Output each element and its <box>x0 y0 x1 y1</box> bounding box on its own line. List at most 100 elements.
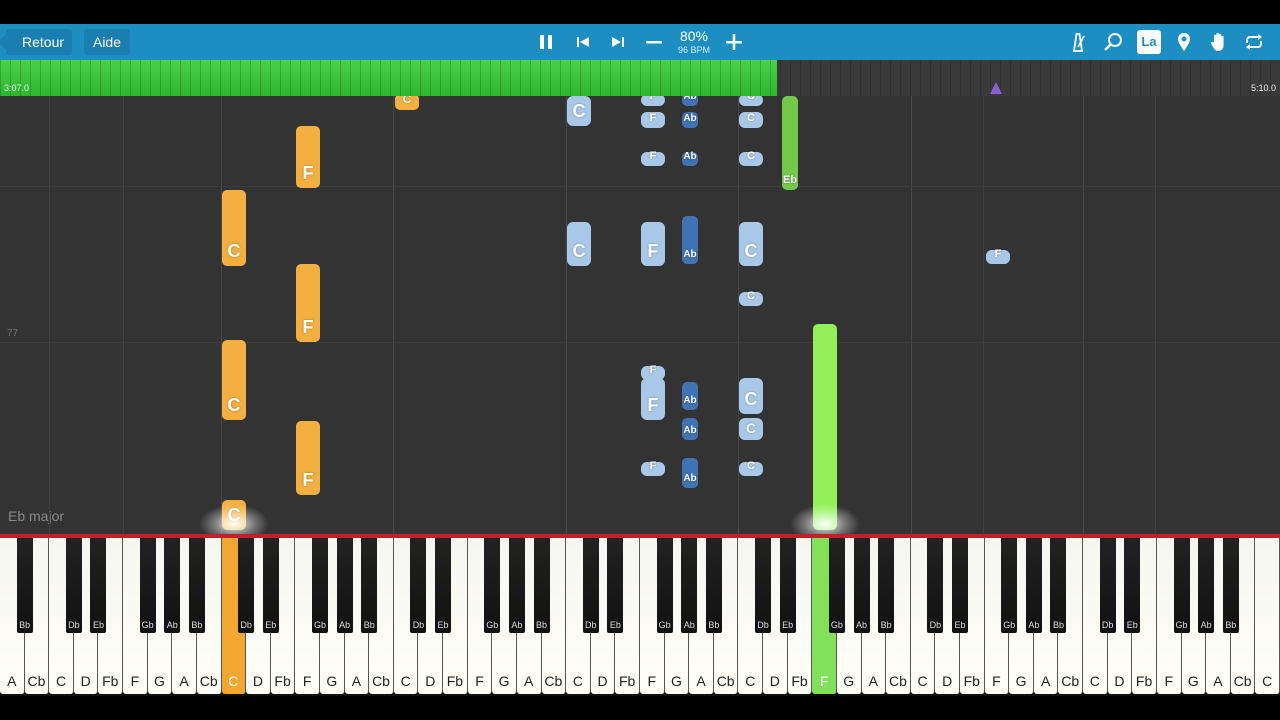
key-label: F <box>475 673 484 689</box>
search-icon[interactable] <box>1101 30 1125 54</box>
location-pin-icon[interactable] <box>1172 30 1196 54</box>
key-label: Bb <box>1225 620 1237 630</box>
minus-icon[interactable] <box>642 30 666 54</box>
black-key[interactable]: Db <box>927 538 944 633</box>
key-label: Fb <box>274 673 291 689</box>
black-key[interactable]: Bb <box>878 538 895 633</box>
black-key[interactable]: Db <box>410 538 427 633</box>
plus-icon[interactable] <box>722 30 746 54</box>
black-key[interactable]: Ab <box>336 538 353 633</box>
key-label: Bb <box>191 620 203 630</box>
black-key[interactable]: Bb <box>16 538 33 633</box>
playhead-marker-icon[interactable] <box>990 82 1002 94</box>
black-key[interactable]: Bb <box>533 538 550 633</box>
next-icon[interactable] <box>606 30 630 54</box>
black-key[interactable]: Gb <box>656 538 673 633</box>
key-label: Db <box>757 620 769 630</box>
key-label: C <box>745 673 756 689</box>
key-label: Eb <box>609 620 621 630</box>
loop-icon[interactable] <box>1242 30 1266 54</box>
key-label: G <box>498 673 510 689</box>
black-key[interactable]: Eb <box>1124 538 1141 633</box>
note-roll: 77 Eb major CFCFCFCCFAbCFAbCFAbCCFAbCCFA… <box>0 96 1280 534</box>
black-key[interactable]: Eb <box>952 538 968 633</box>
note-block: F <box>641 460 665 476</box>
black-key[interactable]: Bb <box>705 538 722 633</box>
black-key[interactable]: Bb <box>188 538 205 633</box>
black-key[interactable]: Eb <box>262 538 279 633</box>
white-key[interactable]: C <box>1255 538 1280 694</box>
black-key[interactable]: Db <box>65 538 82 633</box>
note-block: C <box>567 96 591 126</box>
key-label: D <box>942 673 953 689</box>
black-key[interactable]: Ab <box>853 538 870 633</box>
note-block: Ab <box>682 216 698 264</box>
note-label: C <box>402 96 412 106</box>
black-key[interactable]: Gb <box>828 538 845 633</box>
black-key[interactable]: Ab <box>1198 538 1215 633</box>
note-label: Ab <box>683 96 697 102</box>
black-key[interactable]: Bb <box>361 538 378 633</box>
black-key[interactable]: Bb <box>1222 538 1239 633</box>
black-key[interactable]: Gb <box>312 538 328 633</box>
key-label: Cb <box>888 673 907 689</box>
black-key[interactable]: Eb <box>435 538 452 633</box>
key-label: Gb <box>830 620 843 630</box>
note-label: C <box>747 150 755 162</box>
key-label: Db <box>412 620 425 630</box>
note-block: F <box>641 222 665 266</box>
black-key[interactable]: Eb <box>779 538 796 633</box>
note-block: C <box>739 378 763 414</box>
hand-icon[interactable] <box>1207 30 1231 54</box>
black-key[interactable]: Gb <box>1001 538 1018 633</box>
black-key[interactable]: Ab <box>681 538 698 633</box>
note-label: Ab <box>683 113 697 124</box>
black-key[interactable]: Gb <box>484 538 501 633</box>
key-label: Ab <box>339 620 351 630</box>
key-label: Fb <box>1135 673 1153 689</box>
key-label: Ab <box>511 620 523 630</box>
key-label: C <box>55 673 67 689</box>
black-key[interactable]: Db <box>755 538 772 633</box>
note-block: F <box>986 248 1010 264</box>
note-block: F <box>641 112 665 128</box>
black-key[interactable]: Ab <box>164 538 181 633</box>
key-label: G <box>154 673 165 689</box>
black-key[interactable]: Gb <box>1173 538 1190 633</box>
black-key[interactable]: Bb <box>1050 538 1067 633</box>
key-label: D <box>80 673 91 689</box>
key-label: A <box>1040 673 1051 689</box>
key-label: G <box>843 673 855 689</box>
note-label: Eb <box>782 174 798 186</box>
black-key[interactable]: Gb <box>139 538 156 633</box>
pause-icon[interactable] <box>534 30 558 54</box>
key-label: Ab <box>166 620 178 630</box>
black-key[interactable]: Ab <box>1025 538 1042 633</box>
metronome-icon[interactable] <box>1066 30 1090 54</box>
key-label: Ab <box>1200 620 1212 630</box>
key-label: D <box>769 673 780 689</box>
measure-number: 77 <box>7 328 19 339</box>
note-label: C <box>747 96 755 102</box>
black-key[interactable]: Db <box>582 538 599 633</box>
key-label: Fb <box>102 673 119 689</box>
note-block: F <box>296 126 320 188</box>
note-block: C <box>395 96 419 110</box>
back-button[interactable]: Retour <box>0 29 72 55</box>
la-icon[interactable]: La <box>1137 30 1161 54</box>
black-key[interactable]: Ab <box>508 538 525 633</box>
help-button[interactable]: Aide <box>84 29 130 55</box>
black-key[interactable]: Eb <box>90 538 107 633</box>
note-label: F <box>649 460 657 472</box>
toolbar: Retour Aide 80% 96 BPM La <box>0 24 1280 60</box>
black-key[interactable]: Db <box>238 538 255 633</box>
black-key[interactable]: Db <box>1099 538 1116 633</box>
key-label: Ab <box>1028 620 1040 630</box>
black-key[interactable]: Eb <box>607 538 624 633</box>
note-block: Ab <box>682 151 698 166</box>
note-label: Ab <box>683 395 697 406</box>
note-label: F <box>649 96 657 102</box>
previous-icon[interactable] <box>571 30 595 54</box>
key-label: Eb <box>1126 620 1138 630</box>
progress-bar[interactable]: 3:07.0 5:10.0 <box>0 60 1280 96</box>
